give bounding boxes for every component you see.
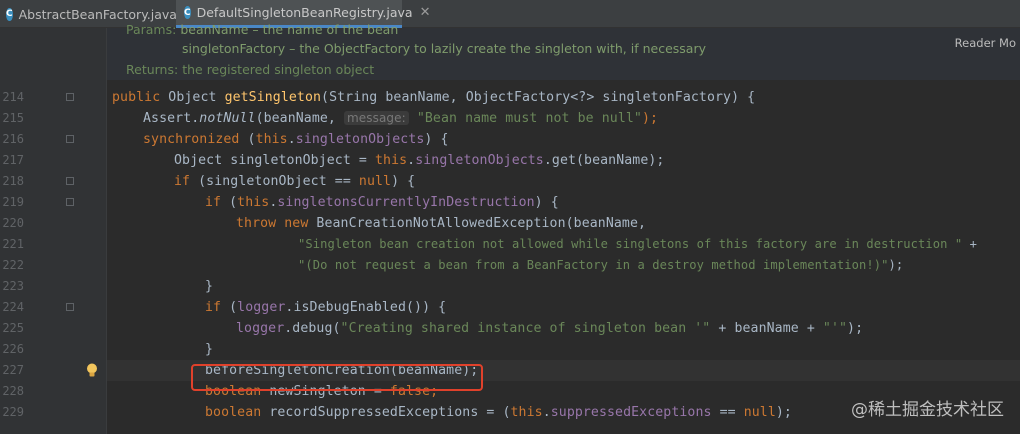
code-line: 214 public Object getSingleton(String be… — [0, 87, 1020, 108]
fold-marker-icon[interactable] — [66, 177, 74, 185]
code-text: } — [205, 342, 214, 357]
code-text: } — [205, 279, 214, 294]
fold-marker-icon[interactable] — [66, 135, 74, 143]
code-text: Assert.notNull(beanName, message: "Bean … — [143, 111, 659, 126]
code-text: "(Do not request a bean from a BeanFacto… — [298, 258, 904, 272]
annotation-highlight-box — [191, 364, 483, 391]
code-text: throw new BeanCreationNotAllowedExceptio… — [236, 216, 647, 231]
code-line: 223 } — [0, 276, 1020, 297]
close-icon[interactable]: ✕ — [420, 5, 431, 20]
code-text: if (this.singletonsCurrentlyInDestructio… — [205, 195, 559, 210]
code-text: logger.debug("Creating shared instance o… — [236, 321, 864, 336]
code-line: 226 } — [0, 339, 1020, 360]
class-c-icon: C — [6, 7, 13, 21]
class-c-icon: C — [184, 6, 191, 19]
doc-param-1: Params: beanName – the name of the bean — [126, 22, 399, 37]
code-line: 225 logger.debug("Creating shared instan… — [0, 318, 1020, 339]
code-text: public Object getSingleton(String beanNa… — [112, 90, 756, 105]
reader-mode-button[interactable]: Reader Mo — [955, 36, 1016, 50]
code-text: if (singletonObject == null) { — [174, 174, 416, 189]
rendered-javadoc: Params: beanName – the name of the bean … — [107, 22, 1020, 80]
code-line: 221 "Singleton bean creation not allowed… — [0, 234, 1020, 255]
tab-label: DefaultSingletonBeanRegistry.java — [196, 5, 413, 20]
doc-param-2: singletonFactory – the ObjectFactory to … — [182, 41, 706, 56]
code-line: 218 if (singletonObject == null) { — [0, 171, 1020, 192]
code-line: 222 "(Do not request a bean from a BeanF… — [0, 255, 1020, 276]
code-text: synchronized (this.singletonObjects) { — [143, 132, 449, 147]
lightbulb-icon[interactable] — [86, 363, 98, 378]
code-line: 217 Object singletonObject = this.single… — [0, 150, 1020, 171]
fold-marker-icon[interactable] — [66, 93, 74, 101]
code-text: Object singletonObject = this.singletonO… — [174, 153, 665, 168]
code-text: boolean recordSuppressedExceptions = (th… — [205, 405, 792, 420]
tab-label: AbstractBeanFactory.java — [18, 6, 177, 22]
code-line-current: 227 beforeSingletonCreation(beanName); — [0, 360, 1020, 381]
code-line: 219 if (this.singletonsCurrentlyInDestru… — [0, 192, 1020, 213]
code-line: 215 Assert.notNull(beanName, message: "B… — [0, 108, 1020, 129]
fold-marker-icon[interactable] — [66, 303, 74, 311]
code-line: 220 throw new BeanCreationNotAllowedExce… — [0, 213, 1020, 234]
code-line: 216 synchronized (this.singletonObjects)… — [0, 129, 1020, 150]
code-editor[interactable]: Params: beanName – the name of the bean … — [0, 22, 1020, 434]
fold-marker-icon[interactable] — [66, 198, 74, 206]
watermark: @稀土掘金技术社区 — [851, 400, 1004, 420]
code-text: if (logger.isDebugEnabled()) { — [205, 300, 447, 315]
parameter-hint: message: — [344, 111, 409, 125]
code-line: 224 if (logger.isDebugEnabled()) { — [0, 297, 1020, 318]
code-text: "Singleton bean creation not allowed whi… — [298, 237, 978, 251]
doc-returns: Returns: the registered singleton object — [126, 62, 375, 77]
